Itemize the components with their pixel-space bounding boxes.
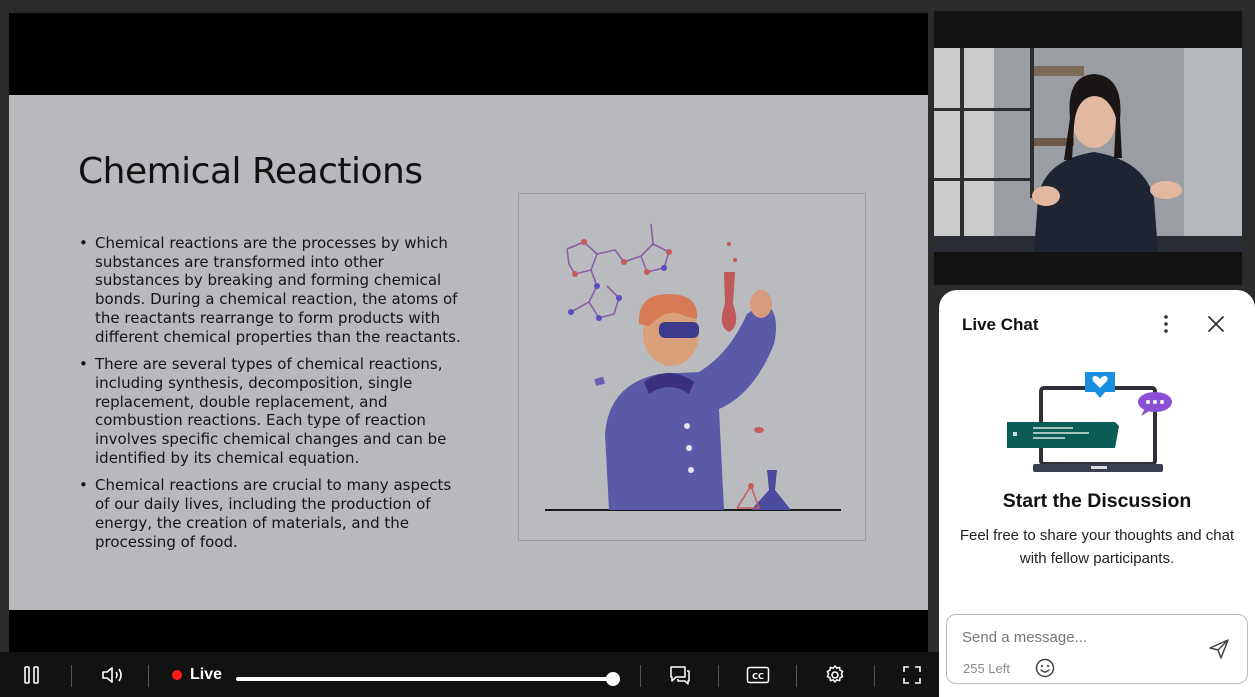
slide-bullet-list: Chemical reactions are the processes by …: [79, 234, 469, 560]
slide-bullet: There are several types of chemical reac…: [79, 355, 469, 467]
volume-button[interactable]: [98, 652, 126, 697]
slide-bullet: Chemical reactions are crucial to many a…: [79, 476, 469, 551]
settings-icon: [826, 664, 844, 683]
scientist-illustration: [518, 193, 866, 541]
fullscreen-icon: [903, 665, 921, 684]
empty-state-subtext: Feel free to share your thoughts and cha…: [959, 527, 1235, 567]
live-indicator: Live: [172, 652, 222, 697]
chat-empty-illustration: [1003, 370, 1173, 480]
svg-text:CC: CC: [752, 672, 764, 681]
divider: [71, 665, 72, 687]
progress-handle[interactable]: [606, 672, 620, 686]
live-chat-panel: Live Chat Start the Discussion Feel free…: [939, 290, 1255, 697]
pause-button[interactable]: [18, 652, 46, 697]
slide-title: Chemical Reactions: [78, 151, 423, 192]
chat-toggle-icon: [670, 665, 690, 685]
message-composer: 255 Left: [946, 614, 1248, 684]
chat-title: Live Chat: [962, 315, 1039, 334]
volume-icon: [102, 666, 122, 683]
captions-icon: CC: [746, 666, 770, 683]
chat-toggle-button[interactable]: [666, 652, 694, 697]
message-input[interactable]: [962, 627, 1202, 647]
char-count: 255 Left: [963, 661, 1010, 676]
empty-state-heading: Start the Discussion: [1002, 490, 1192, 512]
emoji-icon: [1035, 658, 1055, 678]
live-label: Live: [190, 665, 223, 683]
emoji-button[interactable]: [1034, 657, 1056, 679]
presentation-slide: Chemical Reactions Chemical reactions ar…: [9, 95, 928, 610]
presenter-webcam: [934, 11, 1242, 285]
progress-bar[interactable]: [236, 677, 614, 681]
chat-more-button[interactable]: [1155, 312, 1177, 336]
send-button[interactable]: [1207, 637, 1231, 661]
divider: [874, 665, 875, 687]
slide-bullet: Chemical reactions are the processes by …: [79, 234, 469, 346]
divider: [796, 665, 797, 687]
divider: [148, 665, 149, 687]
more-vertical-icon: [1164, 315, 1168, 333]
captions-button[interactable]: CC: [744, 652, 772, 697]
presenter-video: [934, 48, 1242, 252]
pause-icon: [24, 665, 39, 684]
divider: [718, 665, 719, 687]
divider: [640, 665, 641, 687]
close-icon: [1208, 316, 1224, 332]
chat-close-button[interactable]: [1204, 312, 1228, 336]
fullscreen-button[interactable]: [900, 652, 924, 697]
live-dot: [172, 669, 182, 680]
video-player[interactable]: Chemical Reactions Chemical reactions ar…: [9, 13, 928, 697]
settings-button[interactable]: [822, 652, 848, 697]
player-control-bar: Live CC: [0, 652, 939, 697]
send-icon: [1209, 639, 1229, 659]
